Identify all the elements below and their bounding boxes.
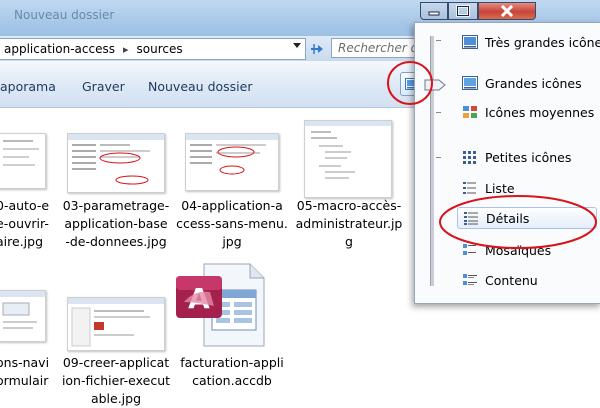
menu-item-label: Mosaïques — [485, 242, 552, 258]
menu-item-extra-large-icons[interactable]: Très grandes icônes — [461, 31, 600, 53]
refresh-button[interactable] — [307, 39, 327, 59]
view-size-slider-track[interactable] — [430, 36, 434, 286]
maximize-button[interactable] — [448, 2, 478, 20]
minimize-icon — [428, 11, 440, 16]
file-thumbnail[interactable] — [67, 133, 165, 193]
file-thumbnail[interactable] — [185, 133, 279, 191]
content-icon — [461, 272, 479, 288]
file-label[interactable]: ons-navi ormulair — [0, 354, 49, 390]
file-thumbnail[interactable] — [67, 297, 165, 351]
file-thumbnail[interactable] — [304, 120, 392, 198]
slider-tick — [436, 112, 441, 113]
menu-item-large-icons[interactable]: Grandes icônes — [461, 72, 582, 94]
slider-tick — [436, 157, 441, 158]
menu-item-content[interactable]: Contenu — [461, 269, 538, 291]
refresh-icon — [311, 44, 323, 54]
slider-tick — [436, 40, 441, 41]
menu-item-label: Détails — [486, 210, 530, 226]
menu-item-label: Grandes icônes — [485, 75, 582, 91]
breadcrumb-item-application-access[interactable]: application-access — [0, 42, 119, 56]
file-label[interactable]: facturation-appli cation.accdb — [176, 354, 288, 390]
close-icon — [500, 5, 514, 17]
small-icons-icon — [461, 149, 479, 165]
new-folder-button[interactable]: Nouveau dossier — [148, 79, 252, 94]
menu-item-small-icons[interactable]: Petites icônes — [461, 146, 571, 168]
tiles-icon — [461, 242, 479, 258]
menu-item-list[interactable]: Liste — [461, 177, 515, 199]
breadcrumb-separator[interactable]: ▸ — [119, 43, 133, 56]
extra-large-icons-icon — [461, 34, 479, 50]
window-title: Nouveau dossier — [14, 8, 115, 22]
chevron-down-icon — [293, 43, 301, 48]
slideshow-button[interactable]: aporama — [0, 79, 56, 94]
breadcrumb-item-sources[interactable]: sources — [133, 42, 187, 56]
menu-item-label: Liste — [485, 180, 515, 196]
file-thumbnail[interactable] — [0, 290, 46, 342]
minimize-button[interactable] — [420, 2, 448, 20]
list-icon — [461, 180, 479, 196]
file-label[interactable]: 0-auto-e e-ouvrir-aire.jpg — [0, 197, 49, 251]
menu-item-tiles[interactable]: Mosaïques — [461, 239, 551, 261]
medium-icons-icon — [461, 104, 479, 120]
file-label[interactable]: 09-creer-applicat ion-fichier-execut able.… — [58, 354, 174, 408]
close-button[interactable] — [478, 2, 536, 20]
address-history-dropdown[interactable] — [293, 42, 301, 52]
menu-item-label: Petites icônes — [485, 149, 572, 165]
menu-item-details[interactable]: Détails — [457, 207, 597, 229]
burn-button[interactable]: Graver — [82, 79, 125, 94]
file-label[interactable]: 04-application-a ccess-sans-menu. jpg — [176, 197, 288, 251]
menu-item-label: Très grandes icônes — [485, 34, 600, 50]
breadcrumb[interactable]: application-access ▸ sources — [0, 38, 306, 60]
file-label[interactable]: 05-macro-accès-administrateur.jp g — [293, 197, 405, 251]
view-size-slider-thumb[interactable] — [424, 79, 446, 91]
file-label[interactable]: 03-parametrage-application-base -de-donne… — [58, 197, 174, 251]
maximize-icon — [456, 5, 470, 17]
access-database-file-icon[interactable]: A — [174, 262, 266, 348]
large-icons-icon — [461, 75, 479, 91]
details-icon — [462, 210, 480, 226]
menu-item-label: Icônes moyennes — [485, 104, 595, 120]
menu-item-label: Contenu — [485, 272, 538, 288]
file-thumbnail[interactable] — [0, 133, 46, 189]
menu-item-medium-icons[interactable]: Icônes moyennes — [461, 101, 594, 123]
